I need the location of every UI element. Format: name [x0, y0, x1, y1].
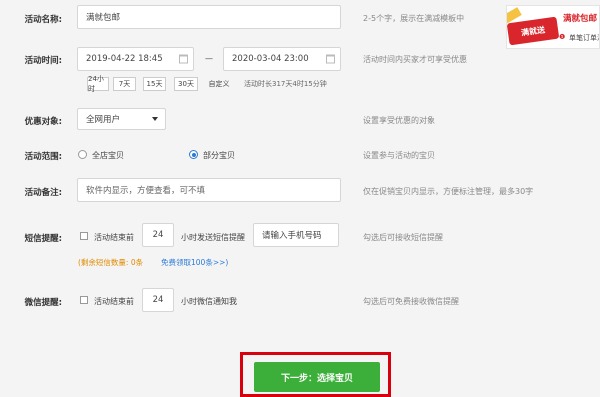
target-hint: 设置享受优惠的对象	[363, 116, 435, 125]
promo-title: 满就包邮	[563, 14, 598, 24]
promo-sub-text: 单笔订单满	[569, 34, 599, 42]
phone-input-button[interactable]: 请输入手机号码	[253, 223, 339, 247]
sms-checkbox[interactable]	[80, 232, 88, 240]
end-time-value: 2020-03-04 23:00	[232, 54, 309, 64]
note-input[interactable]: 软件内显示，方便查看，可不填	[77, 178, 341, 202]
preset-30d-button[interactable]: 30天	[174, 77, 198, 91]
wechat-check-text: 活动结束前	[94, 297, 134, 306]
activity-name-label: 活动名称:	[24, 15, 62, 25]
scope-partial-label: 部分宝贝	[203, 151, 235, 160]
sms-hint: 勾选后可接收短信提醒	[363, 233, 443, 242]
scope-all-label: 全店宝贝	[92, 151, 124, 160]
activity-time-label: 活动时间:	[24, 56, 62, 66]
scope-hint: 设置参与活动的宝贝	[363, 151, 435, 160]
scope-label: 活动范围:	[24, 152, 62, 162]
preset-24h-button[interactable]: 24小时	[87, 75, 109, 93]
sms-after-text: 小时发送短信提醒	[181, 233, 245, 242]
preset-7d-button[interactable]: 7天	[113, 77, 136, 91]
promo-tag: 满就送	[507, 16, 560, 46]
sms-check-text: 活动结束前	[94, 233, 134, 242]
promo-preview: 满就送 满就包邮 ❶ 单笔订单满	[506, 5, 600, 49]
end-time-input[interactable]: 2020-03-04 23:00	[223, 47, 341, 71]
chevron-down-icon	[152, 117, 158, 121]
sms-remaining: (剩余短信数量: 0条	[78, 258, 144, 267]
wechat-label: 微信提醒:	[24, 298, 62, 308]
calendar-icon[interactable]	[326, 54, 335, 64]
wechat-hours-input[interactable]: 24	[142, 288, 174, 312]
start-time-input[interactable]: 2019-04-22 18:45	[77, 47, 194, 71]
calendar-icon[interactable]	[179, 54, 188, 64]
preset-custom-button[interactable]: 自定义	[204, 77, 234, 91]
sms-label: 短信提醒:	[24, 234, 62, 244]
scope-partial-radio[interactable]	[189, 150, 198, 159]
wechat-hint: 勾选后可免费接收微信提醒	[363, 297, 459, 306]
next-step-button[interactable]: 下一步：选择宝贝	[254, 362, 380, 392]
target-label: 优惠对象:	[24, 117, 62, 127]
scope-all-radio[interactable]	[78, 150, 87, 159]
activity-duration: 活动时长317天4时15分钟	[244, 80, 327, 88]
note-hint: 仅在促销宝贝内显示，方便标注管理，最多30字	[363, 187, 534, 196]
free-sms-link[interactable]: 免费领取100条>>)	[161, 257, 228, 268]
activity-name-hint: 2-5个字，展示在满减模板中	[363, 14, 465, 23]
activity-time-hint: 活动时间内买家才可享受优惠	[363, 55, 467, 64]
activity-name-input[interactable]: 满就包邮	[77, 5, 341, 29]
target-select[interactable]: 全网用户	[77, 108, 166, 130]
note-label: 活动备注:	[24, 188, 62, 198]
wechat-checkbox[interactable]	[80, 296, 88, 304]
sms-hours-input[interactable]: 24	[142, 223, 174, 247]
preset-15d-button[interactable]: 15天	[143, 77, 166, 91]
wechat-after-text: 小时微信通知我	[181, 297, 237, 306]
time-separator: —	[205, 54, 213, 63]
target-selected-value: 全网用户	[86, 115, 121, 125]
promo-info-icon: ❶	[559, 33, 566, 41]
start-time-value: 2019-04-22 18:45	[86, 54, 163, 64]
